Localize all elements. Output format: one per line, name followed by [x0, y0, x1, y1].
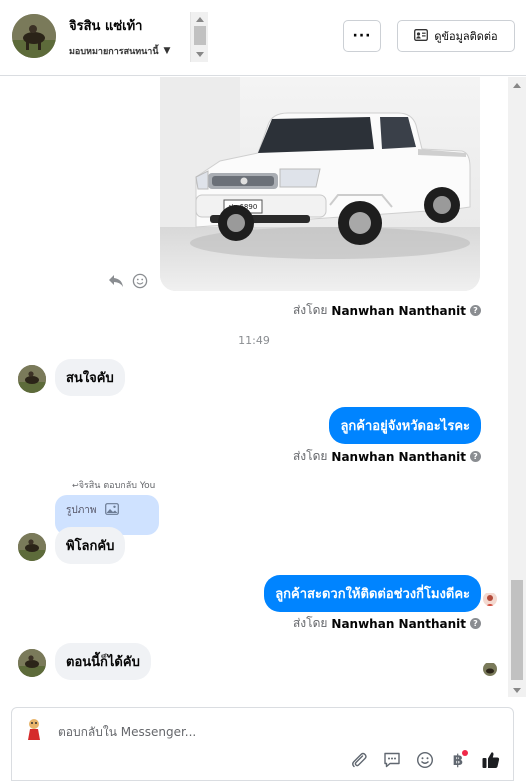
outgoing-message-bubble[interactable]: ลูกค้าอยู่จังหวัดอะไรคะ — [329, 407, 481, 444]
sent-by-line: ส่งโดย Nanwhan Nanthanit ? — [293, 614, 481, 633]
incoming-message-bubble[interactable]: พิโลกคับ — [55, 527, 126, 564]
react-smiley-icon[interactable] — [132, 273, 148, 293]
outgoing-message-bubble[interactable]: ลูกค้าสะดวกให้ติดต่อช่วงกี่โมงดีคะ — [264, 575, 481, 612]
quoted-text: รูปภาพ — [66, 505, 97, 516]
assign-label: มอบหมายการสนทนานี้ — [69, 47, 159, 57]
scroll-up-icon[interactable] — [196, 17, 204, 22]
seen-indicator-avatar — [483, 592, 497, 606]
header-scrollbar[interactable] — [190, 12, 208, 62]
help-icon[interactable]: ? — [470, 305, 481, 316]
saved-replies-icon[interactable] — [382, 750, 402, 770]
assign-conversation-dropdown[interactable]: มอบหมายการสนทนานี้ ▼ — [69, 44, 170, 58]
photo-actions — [108, 273, 148, 293]
contact-card-icon — [414, 28, 429, 44]
sent-by-prefix: ส่งโดย — [292, 303, 328, 317]
scroll-up-icon[interactable] — [513, 83, 521, 88]
help-icon[interactable]: ? — [470, 451, 481, 462]
contact-name[interactable]: จิรสิน แซ่เท้า — [69, 15, 142, 36]
attachment-icon[interactable] — [349, 750, 369, 770]
payment-baht-icon[interactable]: ฿ — [448, 750, 468, 770]
image-icon — [104, 503, 119, 527]
conversation-header: จิรสิน แซ่เท้า มอบหมายการสนทนานี้ ▼ ··· … — [0, 0, 526, 76]
message-input[interactable]: ตอบกลับใน Messenger... — [58, 723, 196, 742]
reply-arrow-icon: ↩ — [72, 481, 79, 490]
caret-down-icon: ▼ — [163, 46, 171, 56]
notification-dot — [462, 750, 468, 756]
help-icon[interactable]: ? — [470, 618, 481, 629]
contact-avatar-small[interactable] — [18, 649, 46, 677]
message-timestamp: 11:49 — [238, 334, 270, 347]
emoji-icon[interactable] — [415, 750, 435, 770]
contact-avatar[interactable] — [12, 14, 56, 58]
seen-indicator-avatar — [483, 662, 497, 676]
view-contact-label: ดูข้อมูลติดต่อ — [434, 30, 498, 43]
incoming-message-bubble[interactable]: สนใจคับ — [55, 359, 125, 396]
scroll-thumb[interactable] — [511, 580, 523, 680]
composer-toolbar: ฿ — [349, 750, 501, 770]
contact-avatar-small[interactable] — [18, 533, 46, 561]
reply-composer: ตอบกลับใน Messenger... ฿ — [11, 707, 514, 781]
scroll-down-icon[interactable] — [513, 688, 521, 693]
message-thread: ปย 6890 ส่งโดย Nanwhan Nanthanit ? 11:49… — [0, 77, 508, 697]
thread-scrollbar[interactable] — [508, 77, 526, 697]
sender-name[interactable]: Nanwhan Nanthanit — [331, 617, 466, 631]
sent-by-line: ส่งโดย Nanwhan Nanthanit ? — [293, 301, 481, 320]
scroll-down-icon[interactable] — [196, 52, 204, 57]
like-thumb-icon[interactable] — [481, 750, 501, 770]
sent-by-line: ส่งโดย Nanwhan Nanthanit ? — [293, 447, 481, 466]
sent-by-prefix: ส่งโดย — [292, 616, 328, 630]
page-avatar — [22, 716, 46, 740]
contact-avatar-small[interactable] — [18, 365, 46, 393]
reply-icon[interactable] — [108, 273, 124, 293]
car-photo-message[interactable]: ปย 6890 — [160, 77, 480, 291]
view-contact-button[interactable]: ดูข้อมูลติดต่อ — [397, 20, 515, 52]
sent-by-prefix: ส่งโดย — [292, 449, 328, 463]
sender-name[interactable]: Nanwhan Nanthanit — [331, 450, 466, 464]
incoming-message-bubble[interactable]: ตอนนี้ก็ได้คับ — [55, 643, 151, 680]
more-options-button[interactable]: ··· — [343, 20, 381, 52]
scroll-thumb[interactable] — [194, 26, 206, 45]
sender-name[interactable]: Nanwhan Nanthanit — [331, 304, 466, 318]
reply-context-label: ↩จิรสิน ตอบกลับ You — [72, 481, 156, 491]
